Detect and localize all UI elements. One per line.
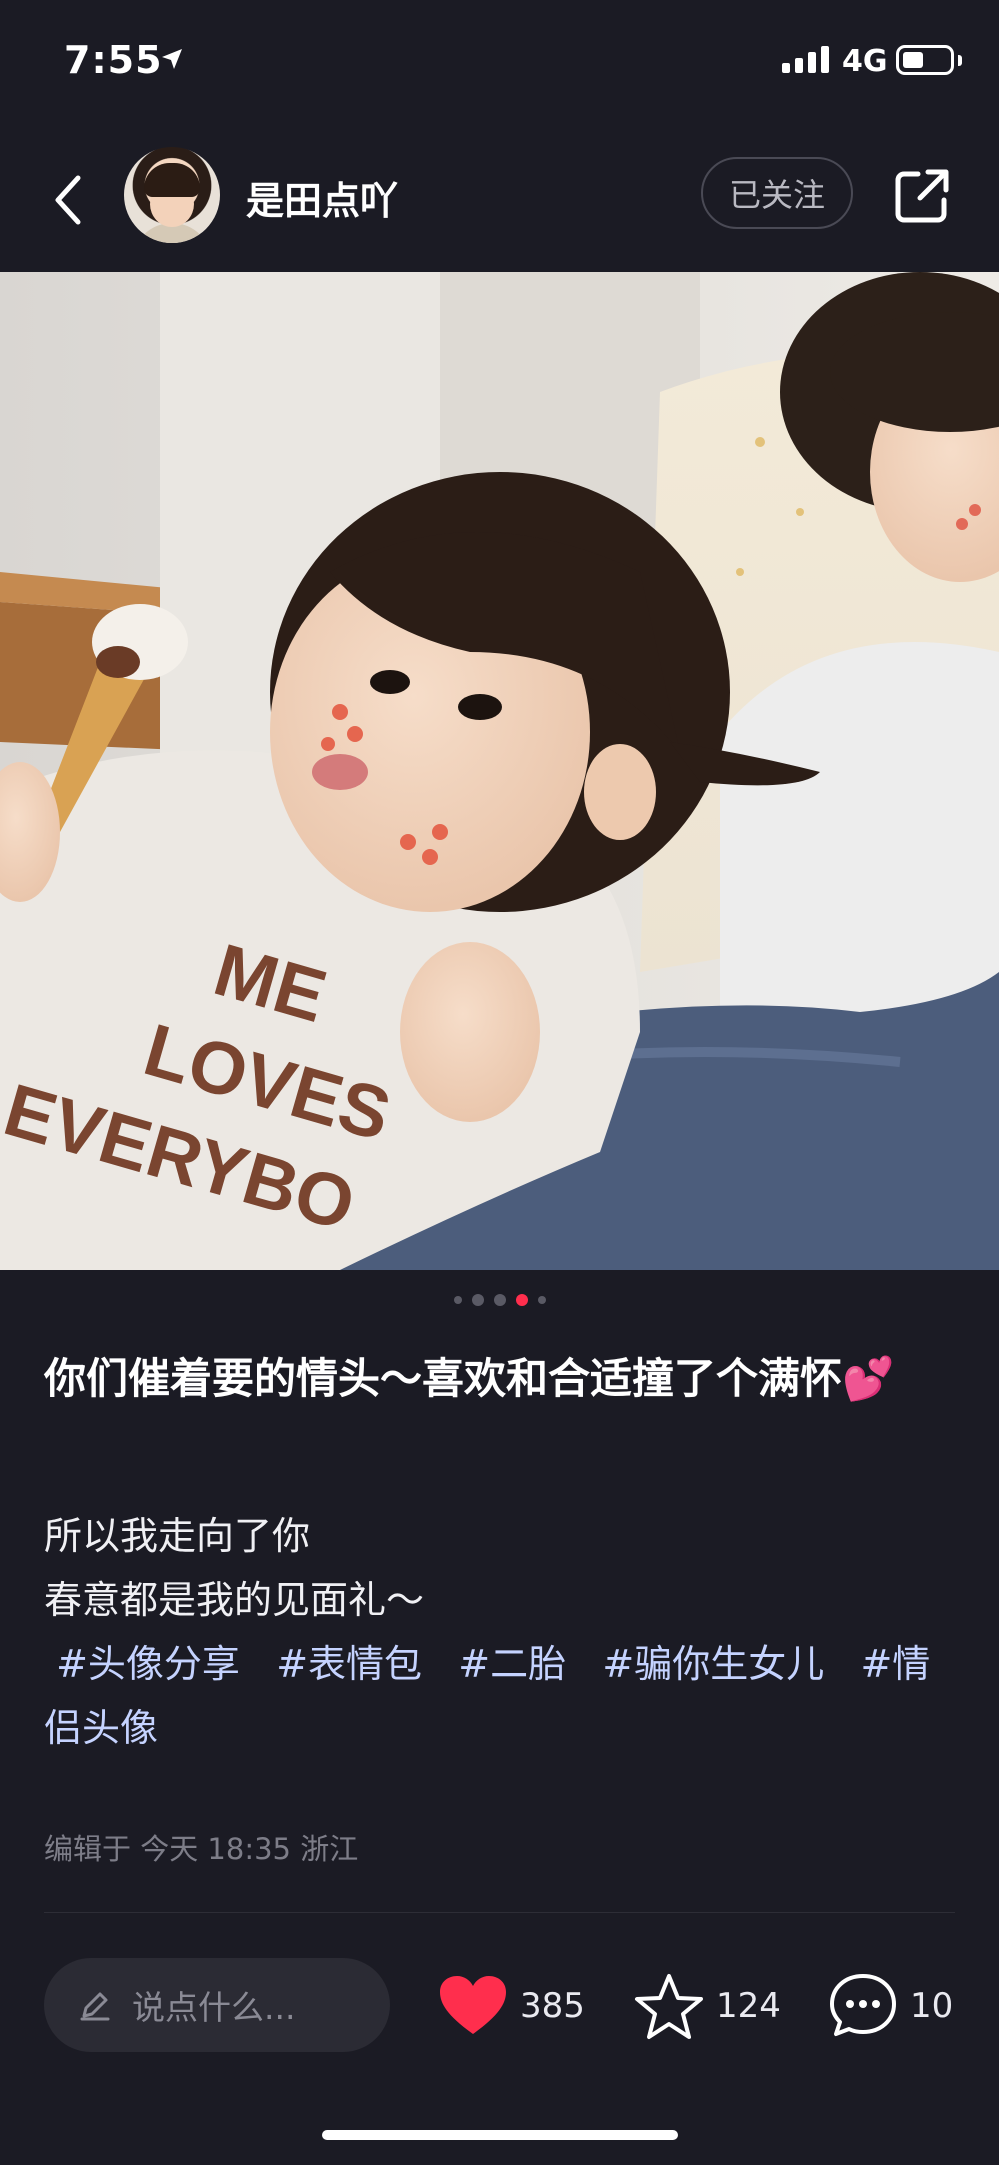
share-icon[interactable] [892, 166, 952, 226]
body-line: 春意都是我的见面礼～ [44, 1578, 425, 1622]
hashtag[interactable]: #头像分享 [56, 1642, 240, 1686]
pencil-icon [80, 1992, 110, 2021]
comment-count: 10 [910, 1986, 954, 2026]
carousel-dot [493, 1294, 506, 1306]
body-line: 所以我走向了你 [44, 1514, 311, 1558]
location-arrow-icon [162, 49, 182, 69]
divider [44, 1912, 955, 1913]
author-name[interactable]: 是田点吖 [246, 170, 398, 225]
hashtag[interactable]: #骗你生女儿 [602, 1642, 824, 1686]
home-indicator[interactable] [322, 2130, 678, 2140]
comment-bubble-icon [830, 1974, 896, 2036]
status-bar: 7:55 4G [0, 0, 999, 130]
comment-button[interactable]: 10 [828, 1968, 953, 2044]
cellular-signal-icon [782, 46, 829, 73]
hashtag[interactable]: #表情包 [276, 1642, 422, 1686]
chevron-left-icon[interactable] [44, 170, 94, 230]
hashtag-list: #头像分享 #表情包 #二胎 #骗你生女儿 #情侣头像 [44, 1632, 964, 1760]
status-time: 7:55 [64, 38, 163, 82]
carousel-dot [453, 1296, 462, 1304]
like-count: 385 [520, 1986, 585, 2026]
post-photo-illustration: ME LOVES EVERYBO [0, 272, 999, 1270]
comment-input[interactable]: 说点什么... [44, 1958, 390, 2052]
like-button[interactable]: 385 [438, 1968, 585, 2044]
battery-cap [958, 55, 962, 66]
post-photo[interactable]: ME LOVES EVERYBO [0, 272, 999, 1270]
heart-icon [440, 1976, 506, 2034]
post-body: 所以我走向了你 春意都是我的见面礼～ #头像分享 #表情包 #二胎 #骗你生女儿… [44, 1504, 964, 1760]
comment-placeholder: 说点什么... [132, 1988, 296, 2027]
post-title: 你们催着要的情头～喜欢和合适撞了个满怀💕 [44, 1354, 895, 1403]
carousel-dot [471, 1294, 484, 1306]
carousel-indicator [0, 1294, 999, 1306]
battery-icon [896, 45, 954, 75]
favorite-button[interactable]: 124 [634, 1968, 781, 2044]
star-icon [635, 1974, 703, 2039]
post-header: 是田点吖 已关注 [0, 130, 999, 272]
network-type: 4G [842, 44, 888, 79]
author-avatar[interactable] [124, 147, 220, 243]
carousel-dot [537, 1296, 546, 1304]
favorite-count: 124 [716, 1986, 781, 2026]
hashtag[interactable]: #二胎 [458, 1642, 566, 1686]
post-meta: 编辑于 今天 18:35 浙江 [44, 1832, 359, 1866]
follow-button[interactable]: 已关注 [701, 157, 853, 229]
carousel-dot-active [515, 1294, 528, 1306]
